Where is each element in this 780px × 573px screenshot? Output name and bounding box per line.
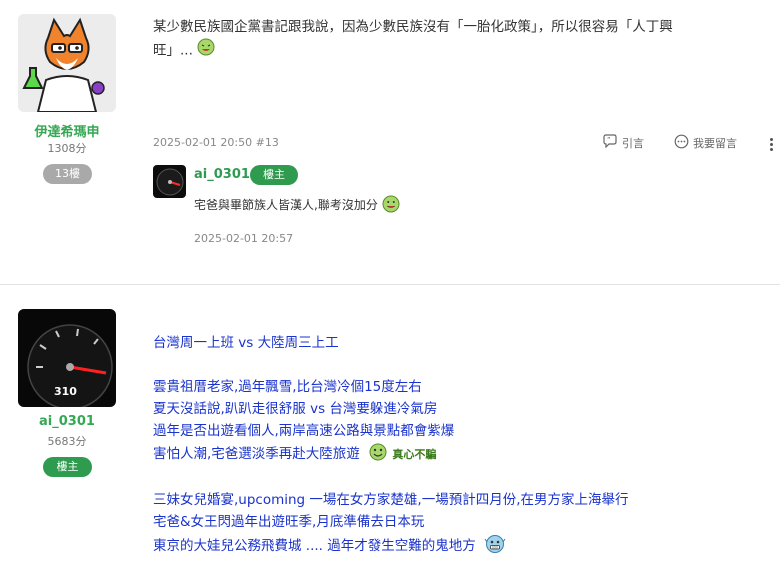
comment-icon [674, 134, 689, 152]
user-avatar[interactable]: 310 [18, 309, 116, 407]
svg-text:”: ” [607, 136, 611, 144]
reply-timestamp: 2025-02-01 20:57 [194, 232, 294, 245]
post-line-text: 東京的大娃兒公務飛費城 .... 過年才發生空難的鬼地方 [153, 538, 476, 554]
fox-scientist-avatar-image [18, 14, 116, 112]
post-line: 雲貴祖厝老家,過年飄雪,比台灣冷個15度左右 [153, 379, 422, 395]
post-content-line: 某少數民族國企黨書記跟我說，因為少數民族沒有「一胎化政策」，所以很容易「人丁興 [153, 19, 673, 35]
leave-reply-button[interactable]: 我要留言 [674, 134, 737, 152]
reply-content-text: 宅爸與畢節族人皆漢人,聯考沒加分 [194, 198, 378, 212]
scared-face-emoji-icon [484, 534, 506, 558]
floor-badge: 13樓 [43, 164, 92, 184]
quote-button[interactable]: ” 引言 [602, 134, 644, 151]
post-line-with-sticker: 害怕人潮,宅爸選淡季再赴大陸旅遊 真心不騙 [153, 442, 436, 465]
reply-content: 宅爸與畢節族人皆漢人,聯考沒加分 [194, 195, 400, 216]
owner-badge: 樓主 [43, 457, 92, 477]
speedometer-avatar-image: 310 [18, 309, 116, 407]
post-line: 三妹女兒婚宴,upcoming 一場在女方家楚雄,一場預計四月份,在男方家上海舉… [153, 492, 629, 508]
sticker-caption: 真心不騙 [392, 448, 437, 461]
more-options-icon[interactable] [770, 136, 774, 153]
quote-icon: ” [602, 134, 618, 151]
sincere-face-sticker-icon [368, 443, 388, 465]
user-avatar[interactable] [18, 14, 116, 112]
post-author-name[interactable]: ai_0301 [18, 414, 116, 429]
post-14: 310 ai_0301 5683分 樓主 台灣周一上班 vs 大陸周三上工 雲貴… [0, 285, 780, 573]
post-content-line-2: 旺」... [153, 38, 773, 63]
post-content: 某少數民族國企黨書記跟我說，因為少數民族沒有「一胎化政策」，所以很容易「人丁興 … [153, 16, 773, 63]
quote-label: 引言 [622, 136, 644, 150]
post-author-points: 1308分 [47, 142, 87, 155]
post-13: 伊達希瑪申 1308分 13樓 某少數民族國企黨書記跟我說，因為少數民族沒有「一… [0, 0, 780, 284]
svg-text:310: 310 [54, 385, 77, 398]
speedometer-avatar-image [153, 165, 186, 198]
post-timestamp: 2025-02-01 20:50 #13 [153, 136, 279, 149]
grinning-face-emoji-icon [382, 195, 400, 216]
post-content-text: 旺」... [153, 42, 193, 59]
laughing-face-emoji-icon [197, 38, 215, 63]
reply-author-name[interactable]: ai_0301 [194, 167, 250, 182]
post-line: 過年是否出遊看個人,兩岸高速公路與景點都會紫爆 [153, 423, 455, 439]
post-line: 宅爸&女王閃過年出遊旺季,月底準備去日本玩 [153, 514, 425, 530]
post-line: 夏天沒話說,趴趴走很舒服 vs 台灣要躲進冷氣房 [153, 401, 438, 417]
post-line-text: 害怕人潮,宅爸選淡季再赴大陸旅遊 [153, 446, 360, 462]
reply-owner-badge: 樓主 [250, 165, 298, 185]
post-line: 台灣周一上班 vs 大陸周三上工 [153, 335, 339, 351]
leave-reply-label: 我要留言 [693, 137, 737, 150]
post-author-name[interactable]: 伊達希瑪申 [18, 121, 116, 140]
reply-avatar[interactable] [153, 165, 186, 198]
post-line-with-emoji: 東京的大娃兒公務飛費城 .... 過年才發生空難的鬼地方 [153, 534, 506, 558]
post-author-points: 5683分 [47, 435, 87, 448]
